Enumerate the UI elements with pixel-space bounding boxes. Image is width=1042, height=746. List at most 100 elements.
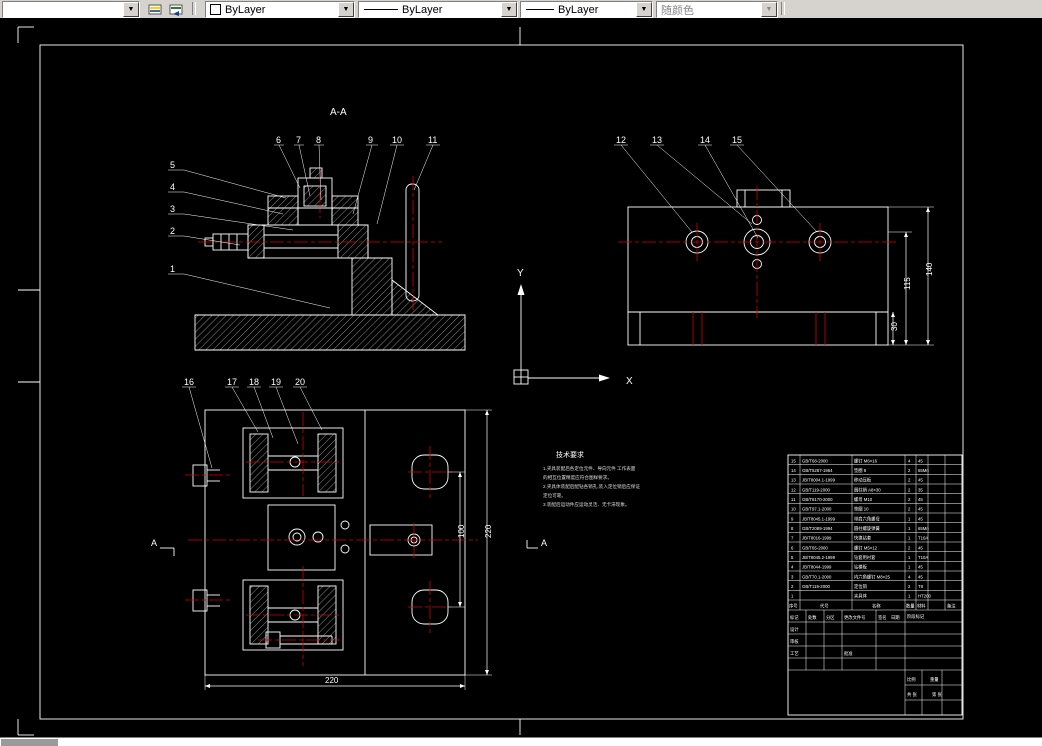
parts-list-cell: 圆柱螺旋弹簧 — [854, 525, 880, 532]
lineweight-combo-dropdown-icon[interactable]: ▼ — [636, 2, 652, 17]
parts-list-cell: 垫圈 8 — [854, 467, 867, 474]
note-line: 的相互位置精度应符合图样要求。 — [543, 474, 612, 481]
parts-list-cell: 2 — [908, 468, 911, 473]
ucs-icon: Y X — [513, 268, 633, 387]
parts-list-cell: 1 — [908, 516, 911, 521]
section-mark-a-right: A — [541, 538, 547, 548]
callout-15: 15 — [732, 135, 742, 145]
parts-list-cell: GB/T70.1-2000 — [802, 574, 832, 579]
parts-list-cell: 圆柱销 A8×30 — [854, 486, 881, 493]
drawing-canvas[interactable]: A-A 5 4 3 2 1 6 7 8 9 10 11 140 115 30 1… — [0, 18, 1042, 737]
parts-list-cell: 8 — [791, 526, 794, 531]
plotstyle-combo: 随颜色 ▼ — [656, 1, 778, 18]
titleblock-approve: 批准 — [844, 650, 853, 657]
titleblock-count: 处数 — [808, 614, 817, 621]
titleblock-zone: 分区 — [826, 614, 835, 621]
parts-list-cell: 钻套用衬套 — [854, 554, 876, 561]
parts-list-cell: 4 — [791, 565, 794, 570]
parts-list-cell: 移动压板 — [854, 477, 872, 484]
dim-115: 115 — [903, 277, 912, 290]
titleblock-scale-label: 比例 — [907, 676, 916, 683]
parts-list-cell: 带肩六角螺母 — [854, 515, 880, 522]
parts-list-cell: 3 — [791, 574, 794, 579]
properties-toolbar: ▼ ByLayer ▼ ByLayer ▼ ByLayer ▼ 随颜色 ▼ — [0, 0, 1042, 19]
parts-list-cell: 45 — [918, 565, 923, 570]
lineweight-glyph — [526, 9, 554, 10]
parts-list-rows: 15 GB/T68-2000 螺钉 M6×16 4 4514 GB/T5287-1964 垫… — [791, 457, 932, 599]
parts-list-cell: T8 — [918, 584, 924, 589]
callout-20: 20 — [295, 377, 305, 387]
parts-list-cell: 1 — [908, 526, 911, 531]
toolbar-separator — [781, 2, 785, 15]
parts-list-cell: 2 — [908, 507, 911, 512]
linetype-combo-value: ByLayer — [402, 3, 443, 16]
top-view: 140 115 30 — [618, 186, 934, 346]
parts-list-cell: 5 — [791, 555, 794, 560]
titleblock-weight-label: 重量 — [930, 676, 939, 683]
drawing: A-A 5 4 3 2 1 6 7 8 9 10 11 140 115 30 1… — [17, 26, 964, 736]
titleblock-doc: 更改文件号 — [844, 614, 865, 621]
callout-3: 3 — [170, 204, 175, 214]
titleblock-sheets: 共 张 — [907, 691, 917, 698]
titleblock-stage: 阶段标记 — [907, 613, 925, 620]
app-window: ▼ ByLayer ▼ ByLayer ▼ ByLayer ▼ 随颜色 ▼ A-… — [0, 0, 1042, 746]
parts-list-cell: 2 — [908, 497, 911, 502]
status-strip — [0, 737, 1042, 746]
lineweight-combo[interactable]: ByLayer ▼ — [520, 1, 653, 18]
parts-list-cell: JB/T8016-1999 — [802, 536, 832, 541]
layer-previous-icon — [169, 4, 183, 16]
parts-list-cell: 11 — [791, 497, 796, 502]
parts-list-cell: 夹具体 — [854, 593, 868, 600]
callout-5: 5 — [170, 160, 175, 170]
callout-4: 4 — [170, 182, 175, 192]
color-combo-dropdown-icon[interactable]: ▼ — [338, 2, 354, 17]
sheet-frame — [17, 26, 964, 736]
parts-list-cell: 螺母 M10 — [854, 496, 873, 503]
parts-list-cell: GB/T5287-1964 — [802, 468, 833, 473]
layer-combo-dropdown-icon[interactable]: ▼ — [123, 2, 139, 17]
parts-list-cell: GB/T119-2000 — [802, 487, 830, 492]
dim-140: 140 — [925, 262, 934, 276]
parts-list-cell: GB/T68-2000 — [802, 458, 828, 463]
callout-14: 14 — [700, 135, 710, 145]
parts-list-cell: HT200 — [918, 594, 932, 599]
parts-list-cell: 65Mn — [918, 526, 929, 531]
color-combo[interactable]: ByLayer ▼ — [205, 1, 355, 18]
toolbar-separator — [192, 2, 196, 15]
y-axis-label: Y — [517, 268, 524, 279]
parts-list-cell: 螺钉 M5×12 — [854, 544, 878, 551]
parts-list-cell: 13 — [791, 478, 796, 483]
layer-combo[interactable]: ▼ — [2, 1, 140, 18]
parts-header-no: 序号 — [789, 603, 798, 610]
dim-30: 30 — [890, 322, 899, 331]
parts-list-cell: 螺钉 M6×16 — [854, 457, 878, 464]
callout-11: 11 — [428, 135, 437, 145]
parts-list-cell: 2 — [791, 584, 794, 589]
section-view-a-a: A-A — [194, 107, 466, 351]
parts-list-cell: 45 — [918, 507, 923, 512]
layer-previous-button[interactable] — [162, 1, 183, 17]
note-line: 定位可靠。 — [543, 492, 566, 499]
callout-18: 18 — [249, 377, 259, 387]
callout-10: 10 — [392, 135, 402, 145]
parts-list-cell: 定位销 — [854, 583, 868, 590]
linetype-glyph — [364, 9, 398, 10]
linetype-combo[interactable]: ByLayer ▼ — [358, 1, 518, 18]
titleblock-sign: 签名 — [878, 614, 887, 621]
parts-list-cell: 65Mn — [918, 468, 929, 473]
parts-list-cell: 2 — [908, 478, 911, 483]
parts-list-cell: 快换钻套 — [854, 535, 872, 542]
parts-list-cell: 1 — [908, 536, 911, 541]
titleblock-sheet: 第 张 — [932, 691, 942, 698]
titleblock-date: 日期 — [891, 615, 900, 621]
linetype-combo-dropdown-icon[interactable]: ▼ — [501, 2, 517, 17]
section-mark-a-left: A — [151, 538, 157, 548]
parts-list-cell: GB/T97.1-2000 — [802, 507, 832, 512]
make-layer-current-button[interactable] — [141, 1, 162, 17]
parts-list-cell: T10A — [918, 555, 928, 560]
parts-header-name: 名称 — [872, 603, 881, 610]
parts-list-cell: 45 — [918, 574, 923, 579]
parts-list-cell: JB/T8045.1-1999 — [802, 516, 836, 521]
note-line: 2.夹具体装配后配钻各销孔,装入定位销后应保证 — [543, 483, 640, 490]
notes-title: 技术要求 — [556, 450, 584, 459]
